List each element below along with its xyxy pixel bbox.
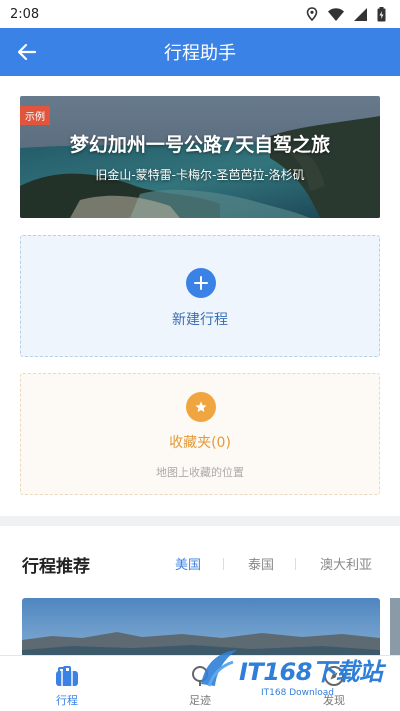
example-trip-card[interactable]: 示例 梦幻加州一号公路7天自驾之旅 旧金山-蒙特雷-卡梅尔-圣芭芭拉-洛杉矶 <box>20 96 380 218</box>
status-time: 2:08 <box>10 6 40 22</box>
new-trip-card[interactable]: 新建行程 <box>20 235 380 357</box>
wifi-icon <box>328 7 344 21</box>
nav-trips[interactable]: 行程 <box>17 656 117 711</box>
status-bar: 2:08 <box>0 0 400 28</box>
location-icon <box>306 7 318 21</box>
favorites-label: 收藏夹(0) <box>169 435 231 451</box>
coastal-photo <box>20 96 380 218</box>
bottom-navigation: 行程 足迹 发现 <box>0 655 400 711</box>
favorites-description: 地图上收藏的位置 <box>156 466 244 479</box>
nav-discover[interactable]: 发现 <box>284 656 384 711</box>
tab-separator <box>223 558 224 570</box>
signal-icon <box>354 7 367 21</box>
favorites-card[interactable]: 收藏夹(0) 地图上收藏的位置 <box>20 373 380 495</box>
star-icon <box>186 392 216 422</box>
battery-icon <box>377 6 386 21</box>
suitcase-icon <box>56 666 78 686</box>
country-tabs: 美国 泰国 澳大利亚 <box>160 554 392 574</box>
status-icons <box>306 6 386 22</box>
footprint-icon <box>192 666 208 686</box>
nav-discover-label: 发现 <box>323 694 345 707</box>
tab-thailand[interactable]: 泰国 <box>248 554 274 573</box>
tab-separator <box>295 558 296 570</box>
app-bar: 行程助手 <box>0 28 400 76</box>
section-divider <box>0 516 400 526</box>
example-badge: 示例 <box>20 106 50 125</box>
back-button[interactable] <box>12 38 42 66</box>
plus-icon <box>186 268 216 298</box>
discover-icon <box>324 666 344 686</box>
arrow-left-icon <box>17 43 37 61</box>
new-trip-label: 新建行程 <box>172 312 228 328</box>
example-trip-route: 旧金山-蒙特雷-卡梅尔-圣芭芭拉-洛杉矶 <box>95 168 305 182</box>
example-trip-title: 梦幻加州一号公路7天自驾之旅 <box>69 134 331 156</box>
nav-trips-label: 行程 <box>56 694 78 707</box>
tab-australia[interactable]: 澳大利亚 <box>320 554 372 573</box>
page-title: 行程助手 <box>164 43 236 64</box>
nav-footprints[interactable]: 足迹 <box>150 656 250 711</box>
nav-footprints-label: 足迹 <box>189 694 211 707</box>
recommend-title: 行程推荐 <box>22 557 90 577</box>
tab-usa[interactable]: 美国 <box>175 554 201 573</box>
